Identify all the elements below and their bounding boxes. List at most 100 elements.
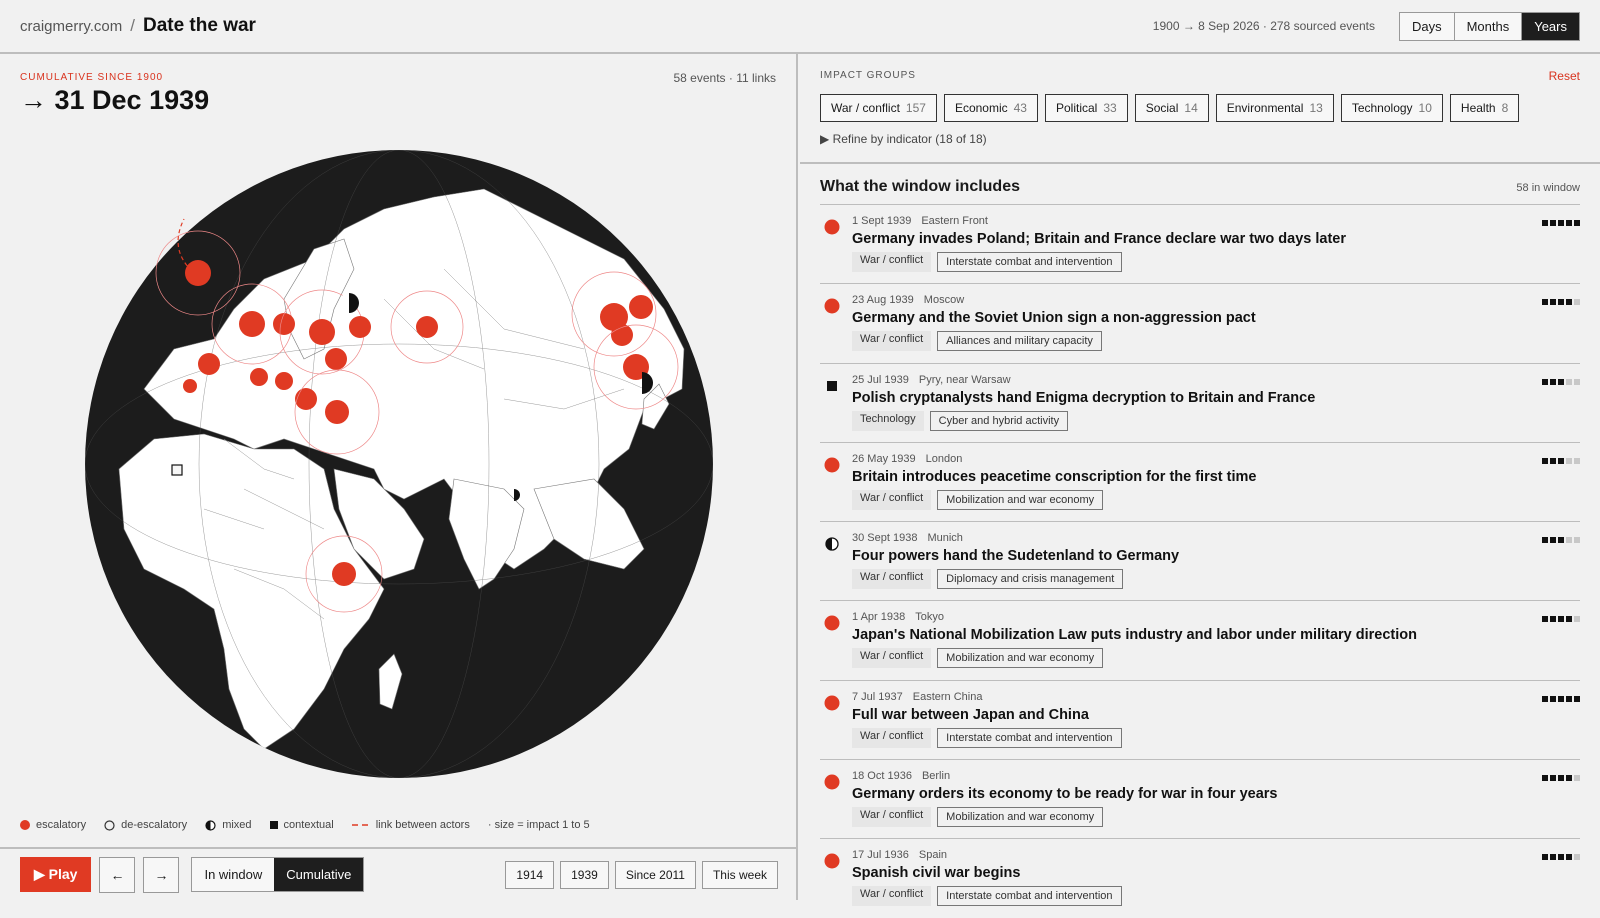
mode-cumulative[interactable]: Cumulative bbox=[274, 858, 364, 891]
impact-square bbox=[1566, 854, 1572, 861]
event-marker[interactable] bbox=[349, 316, 371, 338]
event-place: London bbox=[925, 452, 963, 465]
quick-this-week[interactable]: This week bbox=[701, 860, 778, 889]
event-title[interactable]: Germany and the Soviet Union sign a non-… bbox=[852, 310, 1256, 326]
filter-economic[interactable]: Economic 43 bbox=[943, 94, 1038, 122]
filter-political[interactable]: Political 33 bbox=[1044, 94, 1128, 122]
quick-1939[interactable]: 1939 bbox=[560, 860, 609, 889]
chip-count: 157 bbox=[905, 101, 926, 115]
event-date: 26 May 1939 bbox=[852, 452, 916, 465]
event-title[interactable]: Full war between Japan and China bbox=[852, 707, 1089, 723]
map-legend: escalatory de-escalatory mixed contextua… bbox=[20, 819, 590, 831]
granularity-months[interactable]: Months bbox=[1454, 12, 1523, 40]
granularity-years[interactable]: Years bbox=[1522, 12, 1579, 40]
event-meta: 25 Jul 1939 Pyry, near Warsaw bbox=[852, 374, 1011, 386]
event-row[interactable]: 26 May 1939 London Britain introduces peac… bbox=[820, 441, 1580, 521]
impact-square bbox=[1558, 220, 1564, 226]
quick-since-2011[interactable]: Since 2011 bbox=[614, 860, 696, 889]
event-title[interactable]: Japan's National Mobilization Law puts i… bbox=[852, 627, 1417, 643]
impact-square bbox=[1566, 378, 1572, 385]
impact-square bbox=[1542, 537, 1548, 544]
event-row[interactable]: 1 Apr 1938 Tokyo Japan's National Mobiliza… bbox=[820, 600, 1580, 679]
top-bar: craigmerry.com / Date the war 1900 → 8 S… bbox=[0, 0, 1600, 54]
event-row[interactable]: 17 Jul 1936 Spain Spanish civil war begins… bbox=[820, 838, 1580, 917]
chip-count: 13 bbox=[1309, 101, 1323, 115]
group-tag: War / conflict bbox=[852, 252, 932, 272]
filter-war-conflict[interactable]: War / conflict 157 bbox=[820, 94, 937, 122]
event-place: Moscow bbox=[923, 294, 965, 307]
legend-mixed: mixed bbox=[222, 819, 252, 831]
event-marker[interactable] bbox=[185, 260, 211, 286]
event-meta: 30 Sept 1938 Munich bbox=[852, 532, 963, 544]
filter-environmental[interactable]: Environmental 13 bbox=[1215, 94, 1334, 122]
event-date: 1 Sept 1939 bbox=[852, 215, 912, 227]
event-marker[interactable] bbox=[183, 379, 197, 393]
refine-indicator-toggle[interactable]: ▶ Refine by indicator (18 of 18) bbox=[820, 132, 987, 146]
event-marker[interactable] bbox=[273, 313, 295, 335]
chip-label: Environmental bbox=[1226, 101, 1304, 115]
reset-button[interactable]: Reset bbox=[1549, 69, 1580, 83]
event-date: 1 Apr 1938 bbox=[852, 611, 906, 624]
event-row[interactable]: 18 Oct 1936 Berlin Germany orders its econ… bbox=[820, 759, 1580, 838]
mixed-icon bbox=[825, 537, 839, 551]
impact-square bbox=[1542, 775, 1548, 782]
event-marker[interactable] bbox=[325, 348, 347, 370]
impact-square bbox=[1558, 775, 1564, 782]
granularity-days[interactable]: Days bbox=[1399, 12, 1455, 40]
window-title: What the window includes bbox=[820, 178, 1020, 195]
event-marker[interactable] bbox=[250, 368, 268, 386]
group-tag: War / conflict bbox=[852, 648, 932, 669]
escalatory-icon bbox=[824, 695, 840, 711]
chip-count: 8 bbox=[1501, 101, 1509, 115]
impact-square bbox=[1566, 299, 1572, 306]
event-marker[interactable] bbox=[629, 295, 653, 319]
event-meta: 17 Jul 1936 Spain bbox=[852, 849, 947, 861]
filter-social[interactable]: Social 14 bbox=[1134, 94, 1209, 122]
filter-health[interactable]: Health 8 bbox=[1449, 94, 1520, 122]
escalatory-icon bbox=[824, 298, 840, 314]
group-tag: War / conflict bbox=[852, 569, 932, 590]
event-marker[interactable] bbox=[295, 388, 317, 410]
impact-square bbox=[1550, 457, 1556, 464]
event-marker[interactable] bbox=[239, 311, 265, 337]
event-marker[interactable] bbox=[332, 562, 356, 586]
impact-square bbox=[1558, 616, 1564, 623]
event-row[interactable]: 25 Jul 1939 Pyry, near Warsaw Polish crypt… bbox=[820, 362, 1580, 442]
chip-label: Political bbox=[1055, 101, 1098, 115]
event-title[interactable]: Germany orders its economy to be ready f… bbox=[852, 786, 1277, 802]
impact-square bbox=[1566, 537, 1572, 544]
event-title[interactable]: Polish cryptanalysts hand Enigma decrypt… bbox=[852, 390, 1315, 406]
event-row[interactable]: 30 Sept 1938 Munich Four powers hand the S… bbox=[820, 521, 1580, 600]
event-marker[interactable] bbox=[309, 319, 335, 345]
mode-in-window[interactable]: In window bbox=[192, 858, 275, 891]
impact-rating bbox=[1542, 537, 1580, 544]
current-date: → 31 Dec 1939 bbox=[20, 85, 210, 115]
impact-square bbox=[1558, 457, 1564, 464]
chip-label: Technology bbox=[1351, 101, 1413, 115]
play-button[interactable]: ▶ Play bbox=[20, 857, 92, 892]
event-marker[interactable] bbox=[325, 400, 349, 424]
prev-button[interactable]: ← bbox=[99, 856, 136, 893]
event-row[interactable]: 7 Jul 1937 Eastern China Full war between … bbox=[820, 679, 1580, 759]
quick-1914[interactable]: 1914 bbox=[505, 860, 555, 889]
impact-rating bbox=[1542, 616, 1580, 623]
contextual-marker[interactable] bbox=[171, 464, 183, 476]
globe-map[interactable] bbox=[84, 149, 714, 779]
next-button[interactable]: → bbox=[143, 856, 180, 893]
event-row[interactable]: 23 Aug 1939 Moscow Germany and the Soviet … bbox=[820, 283, 1580, 362]
event-place: Eastern Front bbox=[921, 215, 988, 227]
filter-technology[interactable]: Technology 10 bbox=[1340, 94, 1443, 122]
event-marker[interactable] bbox=[416, 316, 438, 338]
event-title[interactable]: Spanish civil war begins bbox=[852, 865, 1020, 881]
event-title[interactable]: Four powers hand the Sudetenland to Germ… bbox=[852, 548, 1179, 564]
event-tags: War / conflict Mobilization and war econo… bbox=[852, 807, 1104, 828]
chip-label: War / conflict bbox=[831, 101, 900, 115]
impact-square bbox=[1558, 537, 1564, 544]
event-title[interactable]: Britain introduces peacetime conscriptio… bbox=[852, 469, 1256, 485]
event-row[interactable]: 1 Sept 1939 Eastern Front Germany invades … bbox=[820, 204, 1580, 283]
site-link[interactable]: craigmerry.com bbox=[20, 18, 122, 35]
event-marker[interactable] bbox=[198, 353, 220, 375]
event-title[interactable]: Germany invades Poland; Britain and Fran… bbox=[852, 231, 1346, 247]
event-marker[interactable] bbox=[275, 372, 293, 390]
impact-square bbox=[1550, 854, 1556, 861]
